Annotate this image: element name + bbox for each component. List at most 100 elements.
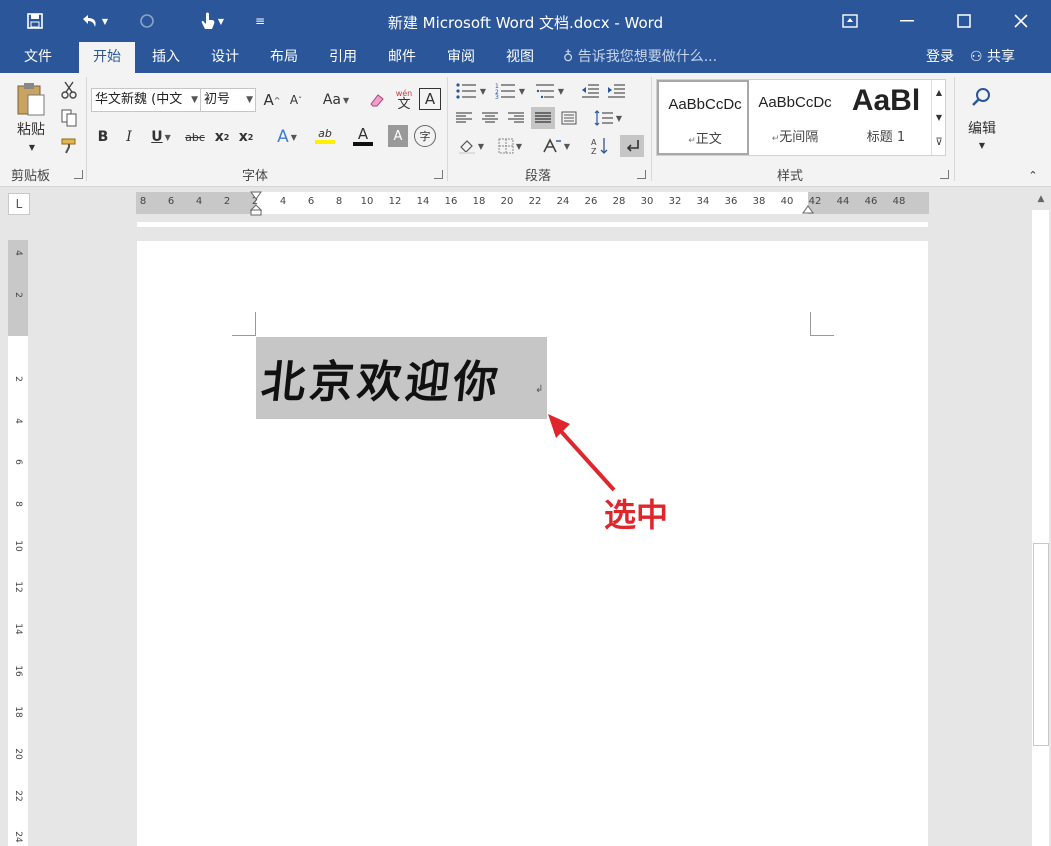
styles-more-icon[interactable]: ⊽ xyxy=(931,130,946,155)
font-launcher-icon[interactable] xyxy=(434,170,443,179)
annotation-label: 选中 xyxy=(604,496,669,534)
style-heading-1[interactable]: AaBl 标题 1 xyxy=(841,80,931,155)
style-no-spacing[interactable]: AaBbCcDc ↵无间隔 xyxy=(749,80,841,155)
tab-references[interactable]: 引用 xyxy=(317,42,369,73)
tab-design[interactable]: 设计 xyxy=(199,42,251,73)
login-button[interactable]: 登录 xyxy=(926,42,954,72)
tab-mailings[interactable]: 邮件 xyxy=(376,42,428,73)
styles-group-label: 样式 xyxy=(777,169,804,184)
align-center-icon[interactable] xyxy=(479,107,501,129)
show-marks-icon[interactable] xyxy=(620,135,644,157)
cut-icon[interactable] xyxy=(58,79,80,101)
tab-home[interactable]: 开始 xyxy=(79,42,135,73)
grow-font-button[interactable]: A ^ xyxy=(262,88,282,112)
share-label: 共享 xyxy=(987,49,1016,65)
ruler-tick-label: 30 xyxy=(640,196,654,207)
collapse-ribbon-icon[interactable]: ⌃ xyxy=(1024,167,1042,183)
first-line-indent-marker[interactable] xyxy=(250,190,262,200)
svg-text:A: A xyxy=(591,138,597,147)
tab-view[interactable]: 视图 xyxy=(494,42,546,73)
chevron-down-icon: ▼ xyxy=(191,95,198,105)
shrink-font-button[interactable]: Aˇ xyxy=(286,88,306,112)
minimize-button[interactable] xyxy=(887,6,927,36)
group-divider xyxy=(86,77,87,181)
scrollbar-track[interactable] xyxy=(1032,210,1049,846)
scrollbar-thumb[interactable] xyxy=(1033,543,1049,746)
tab-layout[interactable]: 布局 xyxy=(258,42,310,73)
sort-icon[interactable]: AZ xyxy=(588,135,612,157)
ruler-tick-label: 12 xyxy=(388,196,402,207)
distributed-icon[interactable] xyxy=(558,107,580,129)
underline-button[interactable]: U ▼ xyxy=(146,125,176,149)
align-right-icon[interactable] xyxy=(505,107,527,129)
hanging-indent-marker[interactable] xyxy=(249,204,263,216)
increase-indent-icon[interactable] xyxy=(604,79,628,103)
align-left-icon[interactable] xyxy=(453,107,475,129)
paste-icon[interactable] xyxy=(10,79,52,119)
selected-document-text[interactable]: 北京欢迎你 xyxy=(259,346,506,410)
tab-insert[interactable]: 插入 xyxy=(140,42,192,73)
style-normal[interactable]: AaBbCcDc ↵正文 xyxy=(657,80,749,155)
right-indent-marker[interactable] xyxy=(802,204,814,214)
borders-icon[interactable]: ▼ xyxy=(492,135,528,157)
editing-button[interactable]: 编辑 xyxy=(958,117,1006,139)
ribbon-display-icon[interactable] xyxy=(830,6,870,36)
superscript-button[interactable]: x2 xyxy=(236,125,256,149)
copy-icon[interactable] xyxy=(58,107,80,129)
highlight-color-button[interactable]: ab xyxy=(308,123,342,149)
decrease-indent-icon[interactable] xyxy=(578,79,602,103)
ruler-tick-label: 38 xyxy=(752,196,766,207)
format-painter-icon[interactable] xyxy=(58,135,80,157)
vertical-scrollbar[interactable]: ▲ xyxy=(1030,188,1051,846)
styles-launcher-icon[interactable] xyxy=(940,170,949,179)
horizontal-ruler[interactable]: 8 6 4 2 2 4 6 8 10 12 14 16 18 20 22 24 26 28 30 32 34 36 38 40… xyxy=(136,190,929,216)
ruler-tick-label: 14 xyxy=(13,623,23,635)
character-shading-button[interactable]: A xyxy=(388,125,408,147)
clear-formatting-icon[interactable] xyxy=(366,88,388,112)
font-size-combo[interactable]: 初号 ▼ xyxy=(200,88,256,112)
ruler-tick-label: 28 xyxy=(612,196,626,207)
svg-text:Z: Z xyxy=(591,147,597,155)
styles-scroll-down-icon[interactable]: ▼ xyxy=(931,105,946,130)
font-name-combo[interactable]: 华文新魏 (中文 ▼ xyxy=(91,88,201,112)
phonetic-guide-button[interactable]: wén 文 xyxy=(392,86,416,114)
line-spacing-icon[interactable]: ▼ xyxy=(590,107,626,129)
clipboard-launcher-icon[interactable] xyxy=(74,170,83,179)
paragraph-launcher-icon[interactable] xyxy=(637,170,646,179)
strikethrough-button[interactable]: abc xyxy=(182,125,208,149)
paste-button[interactable]: 粘贴 xyxy=(8,119,54,139)
multilevel-list-icon[interactable]: ▼ xyxy=(531,79,567,103)
scroll-up-icon[interactable]: ▲ xyxy=(1033,190,1049,208)
group-divider xyxy=(954,77,955,181)
justify-icon[interactable] xyxy=(531,107,555,129)
styles-gallery: AaBbCcDc ↵正文 AaBbCcDc ↵无间隔 AaBl 标题 1 ▲ ▼… xyxy=(656,79,946,156)
tab-review[interactable]: 审阅 xyxy=(435,42,487,73)
shading-icon[interactable]: ▼ xyxy=(453,135,489,157)
italic-button[interactable]: I xyxy=(120,125,138,149)
vertical-ruler[interactable]: 4 2 2 4 6 8 10 12 14 16 18 20 22 24 xyxy=(8,240,28,846)
change-case-button[interactable]: Aa ▼ xyxy=(318,88,354,112)
maximize-button[interactable] xyxy=(944,6,984,36)
ruler-tick-label: 22 xyxy=(528,196,542,207)
enclose-characters-button[interactable]: 字 xyxy=(414,125,436,147)
paste-dropdown-icon[interactable]: ▼ xyxy=(24,141,40,153)
chinese-layout-icon[interactable]: ▼ xyxy=(538,135,574,157)
text-effects-button[interactable]: A ▼ xyxy=(270,125,304,149)
styles-scroll-up-icon[interactable]: ▲ xyxy=(931,80,946,105)
tell-me-search[interactable]: ♁ 告诉我您想要做什么... xyxy=(563,42,717,73)
tab-file[interactable]: 文件 xyxy=(10,42,66,73)
numbering-icon[interactable]: 1 2 3 ▼ xyxy=(492,79,528,103)
find-icon[interactable] xyxy=(966,81,998,113)
font-name-value: 华文新魏 (中文 xyxy=(95,92,183,107)
bold-button[interactable]: B xyxy=(94,125,112,149)
bullets-icon[interactable]: ▼ xyxy=(453,79,489,103)
subscript-button[interactable]: x2 xyxy=(212,125,232,149)
character-border-button[interactable]: A xyxy=(419,88,441,110)
share-button[interactable]: ⚇ 共享 xyxy=(970,42,1015,72)
group-divider xyxy=(447,77,448,181)
font-size-value: 初号 xyxy=(204,92,231,107)
font-color-button[interactable]: A xyxy=(346,123,380,149)
close-button[interactable] xyxy=(1001,6,1041,36)
editing-dropdown-icon[interactable]: ▼ xyxy=(974,139,990,151)
tab-selector[interactable]: L xyxy=(8,193,30,215)
